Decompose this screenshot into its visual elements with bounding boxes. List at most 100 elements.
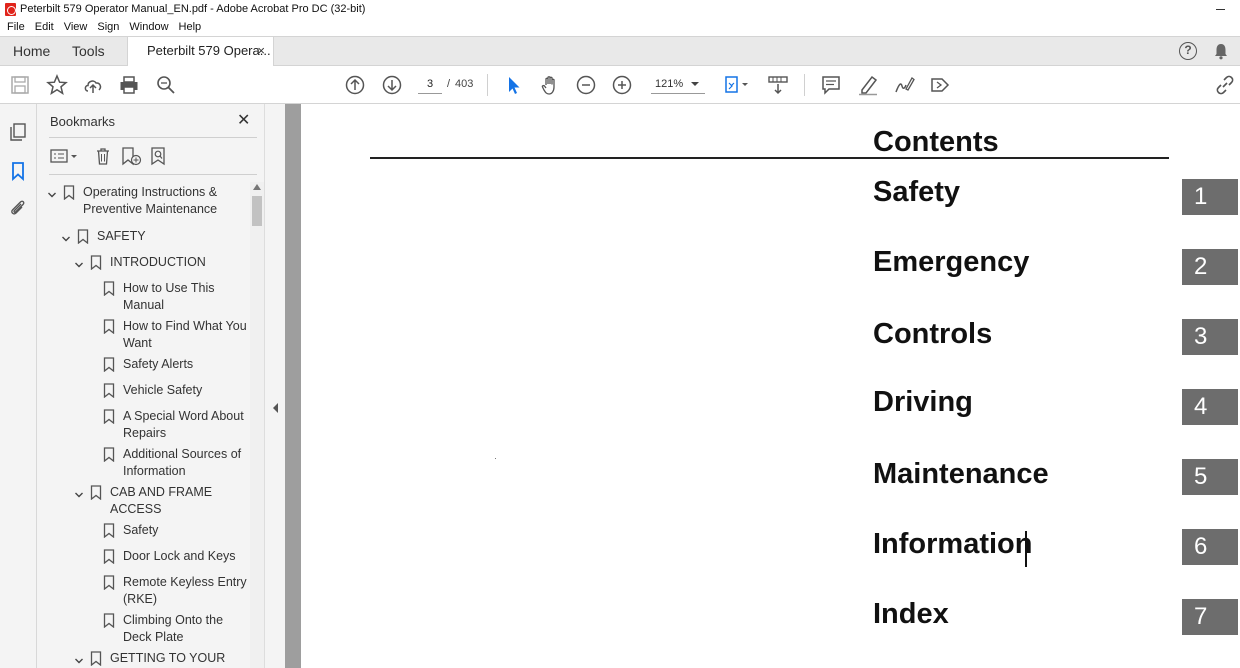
menu-file[interactable]: File xyxy=(2,21,30,33)
window-title: Peterbilt 579 Operator Manual_EN.pdf - A… xyxy=(20,3,366,15)
bookmark-item[interactable]: Remote Keyless Entry (RKE) xyxy=(37,574,250,608)
panel-divider xyxy=(49,137,257,138)
scroll-up-icon[interactable] xyxy=(253,184,261,190)
print-icon[interactable] xyxy=(118,74,140,96)
stamp-tag-icon[interactable] xyxy=(929,74,951,96)
bookmark-item[interactable]: Safety Alerts xyxy=(37,356,250,373)
save-icon[interactable] xyxy=(9,74,31,96)
bookmark-item[interactable]: Additional Sources of Information xyxy=(37,446,250,480)
menu-view[interactable]: View xyxy=(59,21,93,33)
toc-entry-label[interactable]: Index xyxy=(873,598,949,631)
bookmark-item[interactable]: A Special Word About Repairs xyxy=(37,408,250,442)
bookmark-item[interactable]: Vehicle Safety xyxy=(37,382,250,399)
bookmark-icon xyxy=(63,185,75,201)
toc-entry-label[interactable]: Driving xyxy=(873,386,973,419)
toc-tab-number[interactable]: 1 xyxy=(1182,179,1238,215)
delete-bookmark-icon[interactable] xyxy=(93,146,113,166)
bookmark-icon xyxy=(103,523,115,539)
toolbar-separator xyxy=(487,74,488,96)
bookmark-options-icon[interactable] xyxy=(50,146,78,166)
page-thumbnails-icon[interactable] xyxy=(8,122,28,142)
minimize-button[interactable] xyxy=(1210,0,1230,18)
toc-entry-label[interactable]: Maintenance xyxy=(873,458,1049,491)
sign-icon[interactable] xyxy=(893,74,915,96)
bookmark-label: Safety Alerts xyxy=(123,357,194,371)
zoom-in-icon[interactable] xyxy=(611,74,633,96)
bookmark-item[interactable]: SAFETY xyxy=(37,228,250,245)
bookmark-label: Door Lock and Keys xyxy=(123,549,236,563)
panel-splitter[interactable] xyxy=(264,104,285,668)
bookmark-icon xyxy=(103,575,115,591)
bookmark-label: ACCESS xyxy=(110,502,162,516)
toc-entry-label[interactable]: Information xyxy=(873,528,1033,561)
collapse-panel-icon[interactable] xyxy=(273,403,278,413)
star-icon[interactable] xyxy=(46,74,68,96)
chevron-down-icon[interactable] xyxy=(74,654,84,664)
bookmark-label: Information xyxy=(123,464,186,478)
toc-tab-number[interactable]: 6 xyxy=(1182,529,1238,565)
cloud-upload-icon[interactable] xyxy=(82,74,104,96)
chevron-down-icon[interactable] xyxy=(74,488,84,498)
toc-entry-label[interactable]: Safety xyxy=(873,176,960,209)
toc-tab-number[interactable]: 4 xyxy=(1182,389,1238,425)
share-link-icon[interactable] xyxy=(1214,74,1236,96)
bookmark-scrollbar[interactable] xyxy=(250,182,264,668)
page-number-input[interactable] xyxy=(418,74,442,94)
menu-sign[interactable]: Sign xyxy=(92,21,124,33)
toc-tab-number[interactable]: 5 xyxy=(1182,459,1238,495)
bookmark-icon xyxy=(77,229,89,245)
attachments-paperclip-icon[interactable] xyxy=(8,198,28,218)
notification-bell-icon[interactable] xyxy=(1212,42,1230,60)
bookmark-item[interactable]: INTRODUCTION xyxy=(37,254,250,271)
bookmark-item[interactable]: How to Use This Manual xyxy=(37,280,250,314)
scroll-mode-icon[interactable] xyxy=(767,74,789,96)
bookmark-item[interactable]: Safety xyxy=(37,522,250,539)
chevron-down-icon[interactable] xyxy=(61,232,71,242)
page-display-icon[interactable] xyxy=(722,74,752,96)
find-bookmark-icon[interactable] xyxy=(149,146,171,166)
toc-tab-number[interactable]: 3 xyxy=(1182,319,1238,355)
bookmark-icon xyxy=(103,613,115,629)
next-page-icon[interactable] xyxy=(381,74,403,96)
previous-page-icon[interactable] xyxy=(344,74,366,96)
new-bookmark-icon[interactable] xyxy=(120,146,142,166)
bookmark-item[interactable]: Climbing Onto the Deck Plate xyxy=(37,612,250,646)
bookmark-item[interactable]: Door Lock and Keys xyxy=(37,548,250,565)
tab-home[interactable]: Home xyxy=(13,37,50,66)
comment-icon[interactable] xyxy=(820,74,842,96)
pdf-page[interactable]: Contents Safety 1 Emergency 2 Controls 3… xyxy=(301,104,1240,668)
bookmark-label: Vehicle Safety xyxy=(123,383,203,397)
close-panel-icon[interactable]: ✕ xyxy=(237,110,250,130)
toc-entry-label[interactable]: Controls xyxy=(873,318,992,351)
toc-entry-label[interactable]: Emergency xyxy=(873,246,1029,279)
menu-window[interactable]: Window xyxy=(124,21,173,33)
tab-tools[interactable]: Tools xyxy=(72,37,105,66)
select-cursor-icon[interactable] xyxy=(503,74,525,96)
tab-close-icon[interactable]: × xyxy=(257,37,265,65)
hand-tool-icon[interactable] xyxy=(539,74,561,96)
help-icon[interactable]: ? xyxy=(1179,42,1197,60)
bookmarks-panel: Bookmarks ✕ Operating Instructions & Prev… xyxy=(37,104,264,668)
bookmark-item[interactable]: GETTING TO YOUR xyxy=(37,650,250,667)
tab-document[interactable]: Peterbilt 579 Opera... × xyxy=(127,37,274,67)
zoom-out-icon[interactable] xyxy=(575,74,597,96)
bookmarks-panel-icon[interactable] xyxy=(8,161,28,182)
main-toolbar xyxy=(0,66,1240,104)
bookmark-item[interactable]: CAB AND FRAME ACCESS xyxy=(37,484,250,518)
bookmark-item[interactable]: How to Find What You Want xyxy=(37,318,250,352)
tab-bar: Home Tools Peterbilt 579 Opera... × ? xyxy=(0,36,1240,67)
menu-edit[interactable]: Edit xyxy=(30,21,59,33)
search-icon[interactable] xyxy=(155,74,177,96)
toc-tab-number[interactable]: 7 xyxy=(1182,599,1238,635)
menu-help[interactable]: Help xyxy=(174,21,207,33)
bookmark-label: GETTING TO YOUR xyxy=(110,651,226,665)
chevron-down-icon[interactable] xyxy=(47,188,57,198)
scrollbar-thumb[interactable] xyxy=(252,196,262,226)
page-separator: / xyxy=(447,78,451,90)
toc-tab-number[interactable]: 2 xyxy=(1182,249,1238,285)
zoom-level-dropdown[interactable]: 121% xyxy=(651,74,705,94)
bookmark-item[interactable]: Operating Instructions & Preventive Maint… xyxy=(37,184,250,218)
zoom-level-value: 121% xyxy=(655,78,684,90)
chevron-down-icon[interactable] xyxy=(74,258,84,268)
highlight-pen-icon[interactable] xyxy=(857,74,879,96)
